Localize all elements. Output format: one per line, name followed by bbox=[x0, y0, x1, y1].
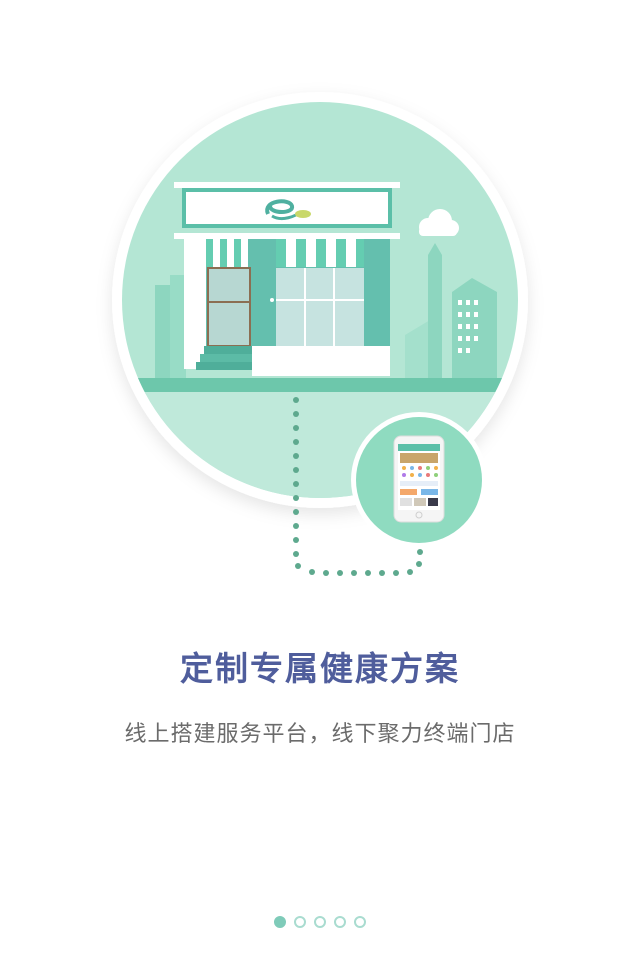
page-dot-1[interactable] bbox=[274, 916, 286, 928]
page-indicator[interactable] bbox=[0, 916, 640, 928]
page-dot-2[interactable] bbox=[294, 916, 306, 928]
tower bbox=[428, 255, 442, 380]
store-illustration bbox=[112, 92, 528, 576]
page-dot-5[interactable] bbox=[354, 916, 366, 928]
page-dot-4[interactable] bbox=[334, 916, 346, 928]
page-dot-3[interactable] bbox=[314, 916, 326, 928]
store-door bbox=[207, 267, 251, 347]
page-title: 定制专属健康方案 bbox=[180, 649, 460, 688]
store-window bbox=[276, 268, 364, 346]
page-subtitle: 线上搭建服务平台，线下聚力终端门店 bbox=[124, 722, 516, 747]
phone-bubble bbox=[351, 412, 487, 548]
storefront bbox=[174, 182, 400, 376]
ground bbox=[122, 378, 518, 392]
